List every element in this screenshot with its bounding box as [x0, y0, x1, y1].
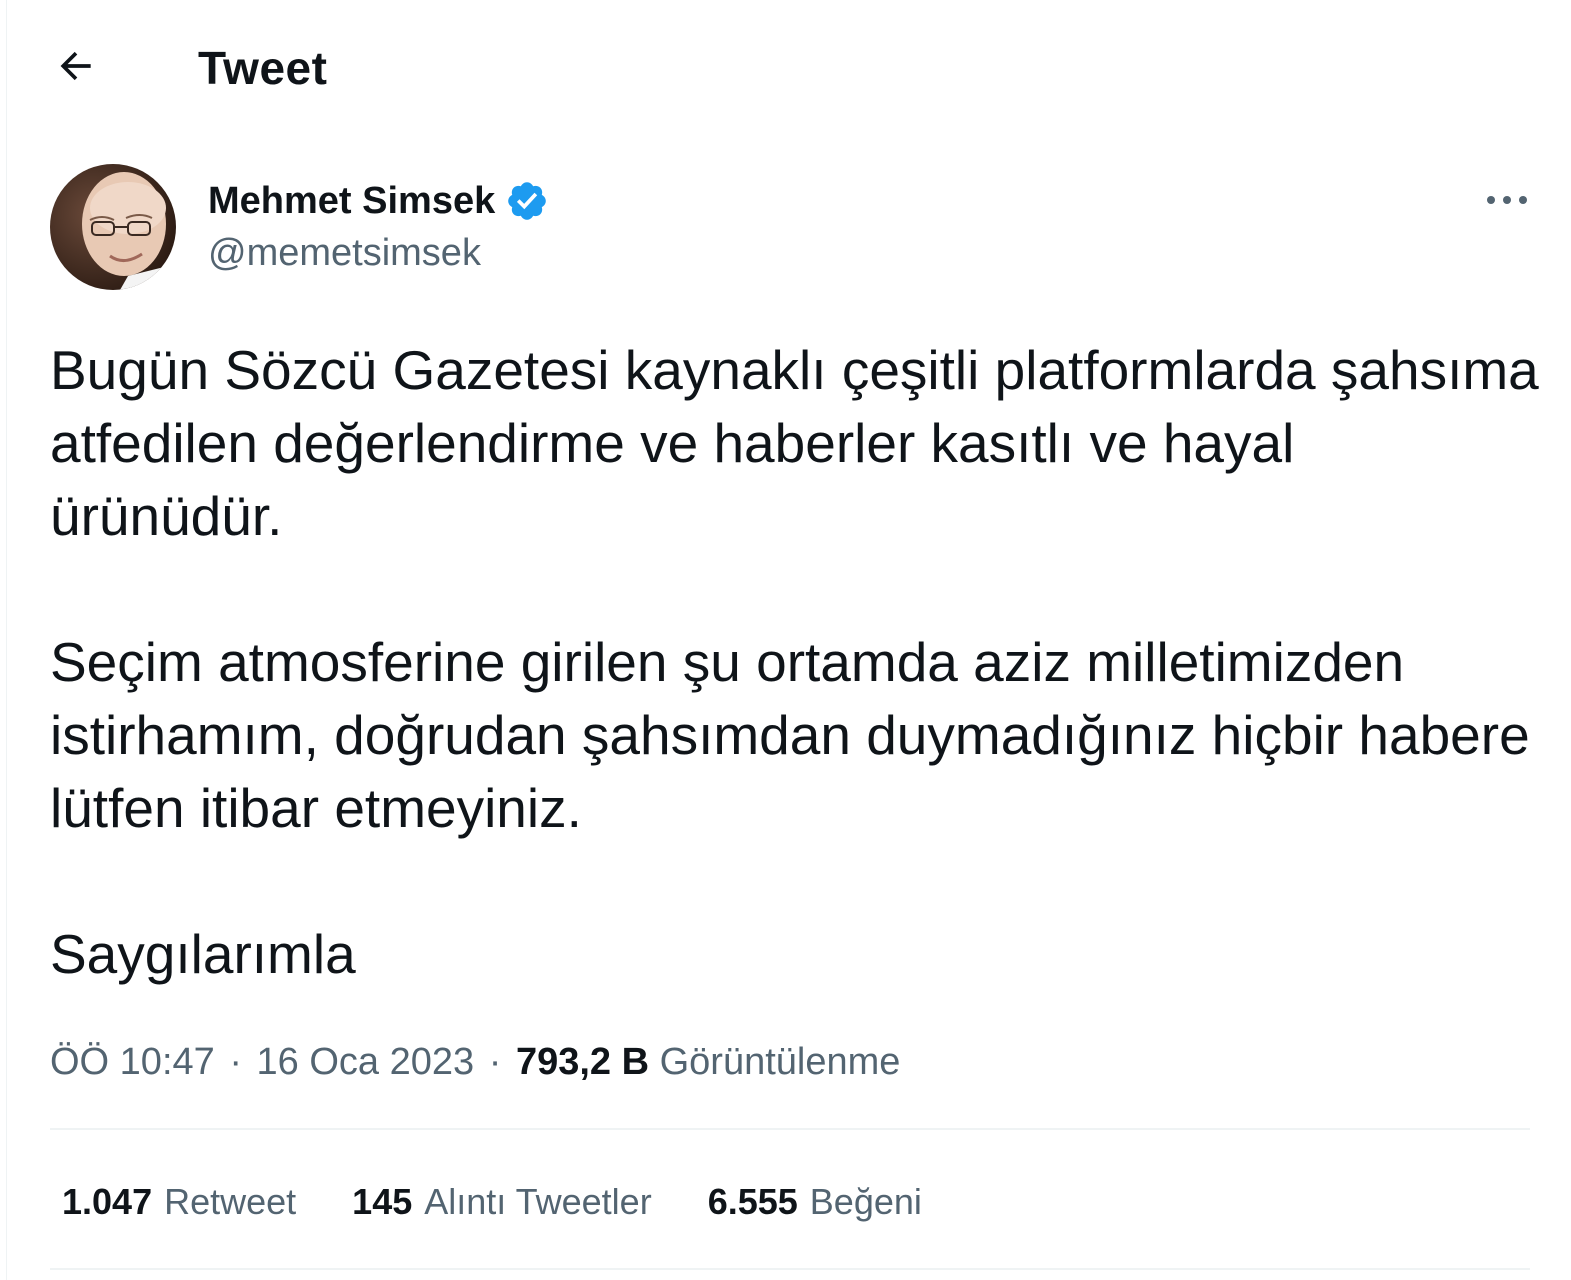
likes-stat[interactable]: 6.555 Beğeni [708, 1176, 922, 1228]
views-label: Görüntülenme [659, 1041, 901, 1083]
profile-photo [50, 164, 176, 290]
divider [50, 1128, 1530, 1130]
tweet-stats: 1.047 Retweet 145 Alıntı Tweetler 6.555 … [62, 1176, 978, 1228]
likes-label: Beğeni [809, 1181, 922, 1222]
more-options-button[interactable] [1480, 178, 1534, 222]
arrow-left-icon [60, 51, 91, 81]
likes-count: 6.555 [707, 1181, 798, 1222]
tweet-text: Bugün Sözcü Gazetesi kaynaklı çeşitli pl… [50, 334, 1540, 991]
page-title: Tweet [198, 42, 328, 94]
quotes-count: 145 [352, 1181, 413, 1222]
verified-badge-icon [508, 182, 547, 220]
tweet-time[interactable]: ÖÖ 10:47 [50, 1041, 215, 1083]
tweet-paragraph: Seçim atmosferine girilen şu ortamda azi… [50, 631, 1530, 839]
author-name-row: Mehmet Simsek [208, 176, 549, 226]
quotes-label: Alıntı Tweetler [424, 1181, 652, 1222]
author-handle[interactable]: @memetsimsek [208, 228, 481, 278]
tweet-date[interactable]: 16 Oca 2023 [257, 1041, 475, 1083]
meta-separator: · [488, 1041, 502, 1083]
more-dots-icon [1487, 196, 1527, 204]
page-left-border [6, 0, 7, 1280]
quotes-stat[interactable]: 145 Alıntı Tweetler [352, 1176, 652, 1228]
back-button[interactable] [50, 40, 102, 92]
tweet-paragraph: Bugün Sözcü Gazetesi kaynaklı çeşitli pl… [50, 339, 1539, 547]
tweet-paragraph: Saygılarımla [50, 923, 356, 985]
retweets-count: 1.047 [62, 1181, 153, 1222]
avatar[interactable] [50, 164, 176, 290]
views-count: 793,2 B [515, 1041, 650, 1083]
header-bar: Tweet [0, 0, 1571, 130]
retweets-label: Retweet [164, 1181, 297, 1222]
divider [50, 1268, 1530, 1270]
retweets-stat[interactable]: 1.047 Retweet [62, 1176, 296, 1228]
author-name[interactable]: Mehmet Simsek [208, 176, 495, 226]
meta-separator: · [229, 1041, 242, 1083]
tweet-meta: ÖÖ 10:47 · 16 Oca 2023 · 793,2 B Görüntü… [50, 1036, 900, 1088]
